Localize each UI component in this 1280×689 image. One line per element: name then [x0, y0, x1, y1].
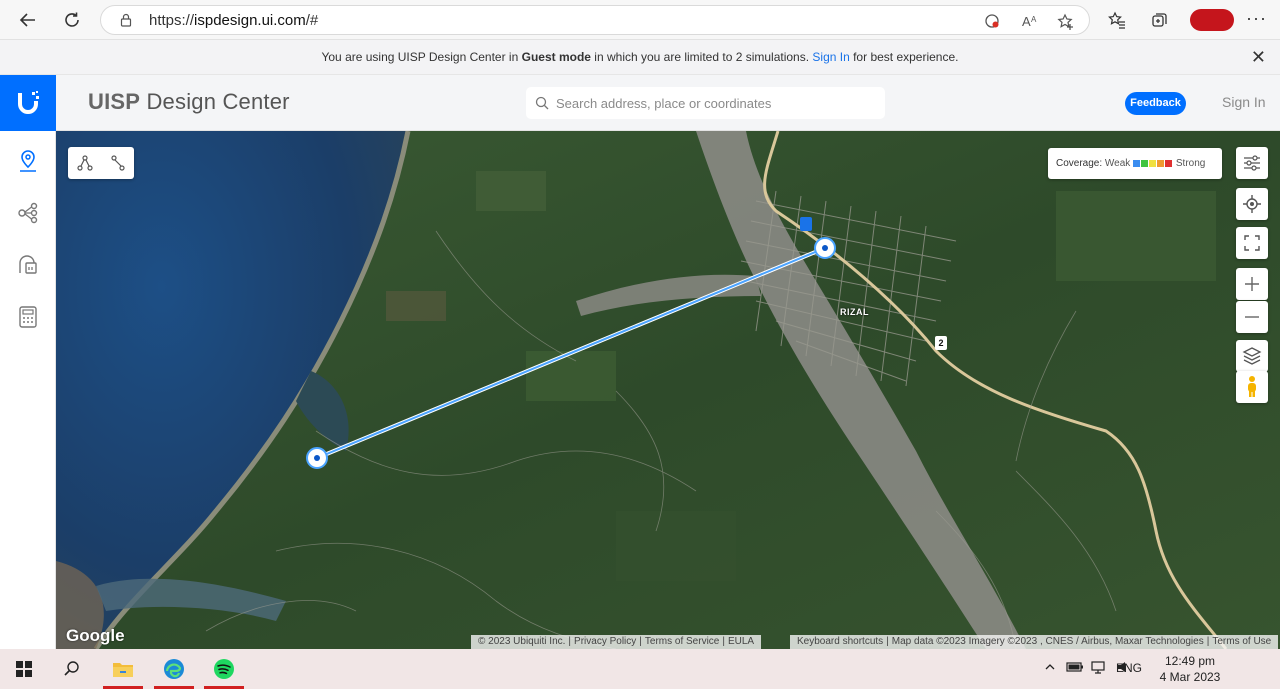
- search-icon[interactable]: [52, 649, 92, 689]
- attribution-right: Keyboard shortcuts | Map data ©2023 Imager…: [790, 635, 1279, 649]
- satellite-map[interactable]: RIZAL 2 Coverage: Weak Strong Google © 2…: [56, 131, 1280, 649]
- favorites-icon[interactable]: [1103, 6, 1131, 34]
- spotify-icon[interactable]: [204, 649, 244, 689]
- guest-mode-banner: You are using UISP Design Center in Gues…: [0, 40, 1280, 75]
- brand-title: UISP Design Center: [88, 89, 290, 114]
- google-logo: Google: [66, 626, 125, 645]
- svg-text:A: A: [1031, 15, 1037, 24]
- read-aloud-icon[interactable]: AA: [1021, 13, 1039, 31]
- coverage-swatch: [1149, 159, 1157, 167]
- coverage-swatch: [1165, 159, 1173, 167]
- add-network-tool-icon[interactable]: [68, 147, 101, 179]
- left-sidebar: [0, 131, 56, 649]
- map-pin-icon[interactable]: [14, 147, 42, 175]
- keyboard-shortcuts-link[interactable]: Keyboard shortcuts: [797, 636, 883, 647]
- terms-of-use-link[interactable]: Terms of Use: [1212, 636, 1271, 647]
- place-label: RIZAL: [840, 307, 869, 317]
- feedback-button[interactable]: Feedback: [1125, 92, 1186, 115]
- zoom-in-icon[interactable]: [1236, 268, 1268, 300]
- street-view-pegman-icon[interactable]: [1236, 371, 1268, 403]
- edge-browser-icon[interactable]: [154, 649, 194, 689]
- attribution-left: © 2023 Ubiquiti Inc. | Privacy Policy | Term…: [471, 635, 762, 649]
- language-label[interactable]: ENG: [1116, 661, 1142, 675]
- show-hidden-icons-icon[interactable]: [1044, 661, 1056, 676]
- windows-taskbar: ENG 12:49 pm 4 Mar 2023: [0, 649, 1280, 689]
- banner-sign-in-link[interactable]: Sign In: [812, 50, 849, 64]
- clock-time: 12:49 pm: [1164, 654, 1216, 668]
- battery-icon[interactable]: [1066, 661, 1084, 676]
- fullscreen-icon[interactable]: [1236, 227, 1268, 259]
- link-endpoint-a[interactable]: [306, 447, 328, 469]
- add-favorite-icon[interactable]: [1057, 13, 1075, 31]
- browser-toolbar: https://ispdesign.ui.com/# AA ···: [0, 0, 1280, 40]
- ubiquiti-logo[interactable]: [0, 75, 56, 131]
- antenna-device-icon[interactable]: [14, 251, 42, 279]
- filter-settings-icon[interactable]: [1236, 147, 1268, 179]
- windows-start-icon[interactable]: [4, 649, 44, 689]
- more-options-icon[interactable]: ···: [1246, 8, 1267, 29]
- reload-icon[interactable]: [58, 6, 86, 34]
- file-explorer-icon[interactable]: [103, 649, 143, 689]
- add-link-tool-icon[interactable]: [101, 147, 134, 179]
- svg-text:A: A: [1022, 14, 1031, 29]
- profile-avatar[interactable]: [1190, 9, 1234, 31]
- sign-in-button[interactable]: Sign In: [1222, 94, 1266, 110]
- search-icon: [535, 96, 549, 110]
- close-icon[interactable]: ✕: [1251, 40, 1266, 75]
- coverage-swatch: [1141, 159, 1149, 167]
- coverage-swatch: [1157, 159, 1165, 167]
- drawing-tools: [68, 147, 134, 179]
- app-header: UISP Design Center Feedback Sign In: [56, 75, 1280, 131]
- back-arrow-icon[interactable]: [14, 6, 42, 34]
- layers-icon[interactable]: [1236, 340, 1268, 372]
- clock-date: 4 Mar 2023: [1159, 670, 1221, 684]
- my-location-icon[interactable]: [1236, 188, 1268, 220]
- search-box[interactable]: [526, 87, 885, 119]
- eula-link[interactable]: EULA: [728, 636, 754, 647]
- calculator-icon[interactable]: [14, 303, 42, 331]
- address-bar[interactable]: https://ispdesign.ui.com/# AA: [100, 5, 1090, 35]
- tracking-prevention-icon[interactable]: [983, 13, 1001, 31]
- network-icon[interactable]: [1091, 661, 1109, 678]
- search-input[interactable]: [556, 87, 876, 119]
- link-endpoint-b[interactable]: [814, 237, 836, 259]
- system-clock[interactable]: 12:49 pm 4 Mar 2023: [1150, 653, 1230, 685]
- privacy-policy-link[interactable]: Privacy Policy: [574, 636, 636, 647]
- bus-stop-icon: [800, 217, 812, 231]
- coverage-legend: Coverage: Weak Strong: [1048, 148, 1222, 179]
- collections-icon[interactable]: [1146, 6, 1174, 34]
- map-imagery: [56, 131, 1280, 649]
- coverage-swatch: [1133, 159, 1141, 167]
- route-shield: 2: [935, 336, 947, 350]
- lock-icon: [120, 13, 132, 27]
- url-text: https://ispdesign.ui.com/#: [149, 12, 319, 29]
- zoom-out-icon[interactable]: [1236, 301, 1268, 333]
- terms-of-service-link[interactable]: Terms of Service: [645, 636, 719, 647]
- topology-icon[interactable]: [14, 199, 42, 227]
